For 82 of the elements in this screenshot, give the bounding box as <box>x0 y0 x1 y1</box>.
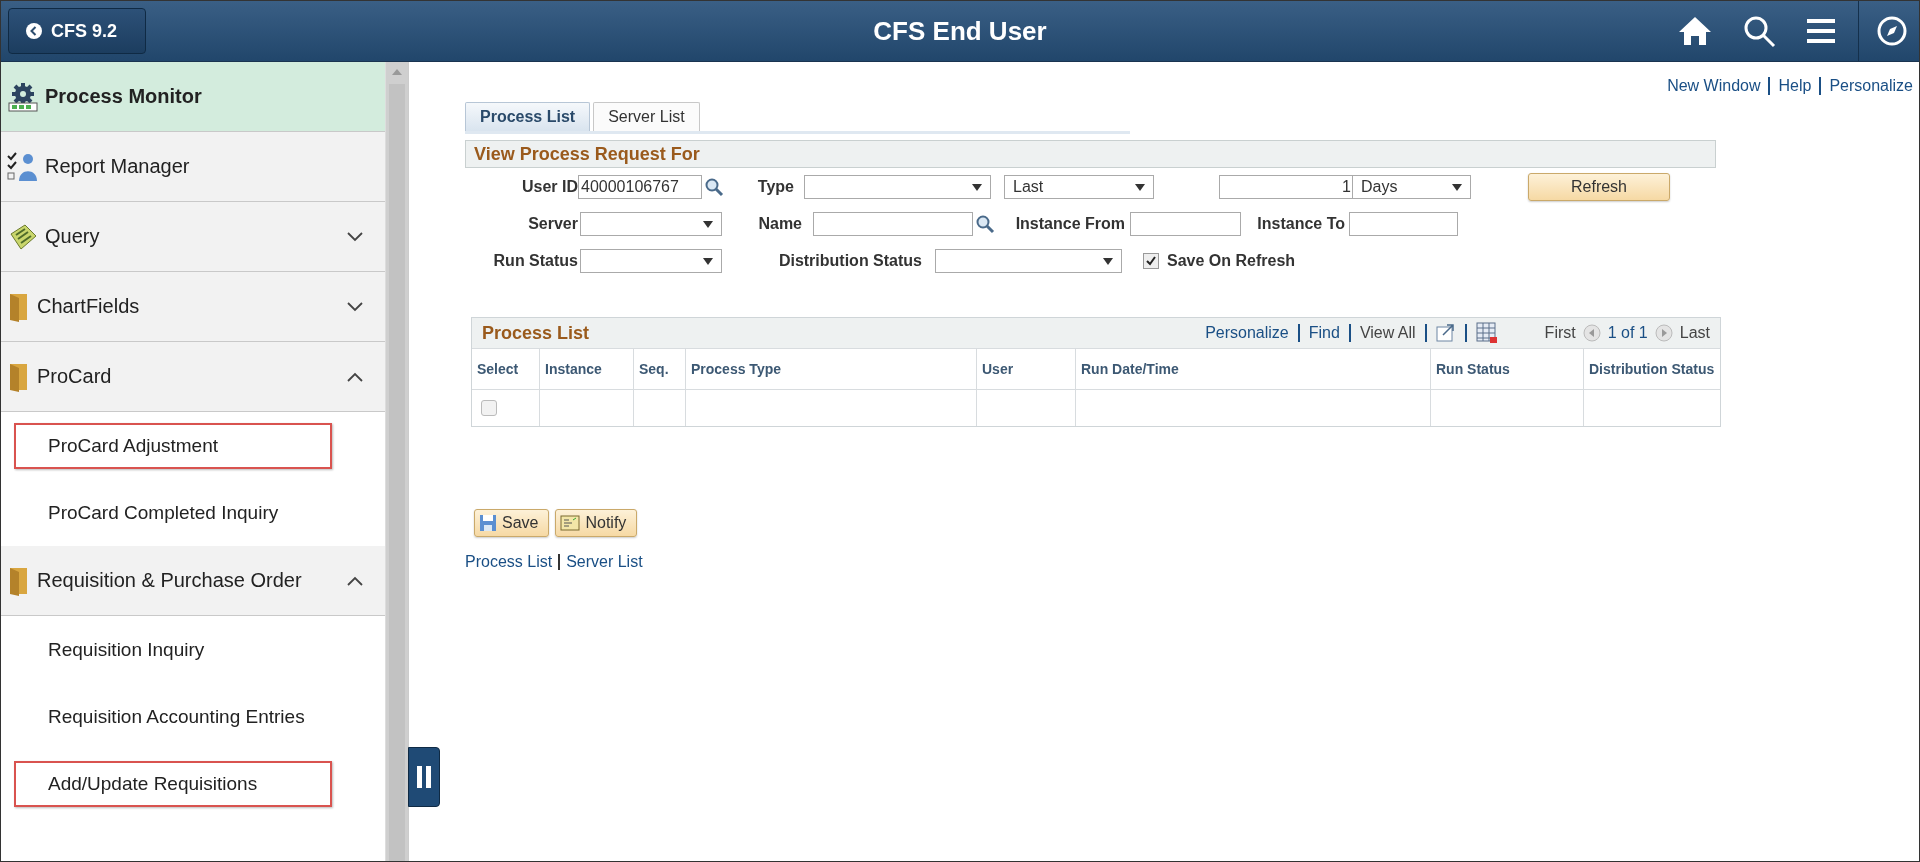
bottom-link[interactable]: Process List <box>465 553 553 571</box>
column-header: Select <box>472 349 540 389</box>
home-icon[interactable] <box>1678 15 1712 47</box>
field-label: Distribution Status <box>777 252 922 270</box>
top-link[interactable]: New Window <box>1667 77 1761 95</box>
column-header: User <box>977 349 1076 389</box>
sidebar-item[interactable]: ProCard <box>1 342 386 412</box>
field-label: Run Status <box>492 252 578 270</box>
column-header: Distribution Status <box>1588 360 1716 379</box>
scrollbar[interactable] <box>385 62 408 861</box>
chevron-down-icon <box>347 231 364 242</box>
search-icon[interactable] <box>704 177 724 197</box>
instance-from-field[interactable] <box>1130 212 1241 236</box>
run-status-dropdown[interactable] <box>580 249 722 273</box>
chevron-down-icon <box>347 301 364 312</box>
back-icon <box>25 22 43 40</box>
header-title: CFS End User <box>873 15 1047 47</box>
first-label: First <box>1544 324 1576 342</box>
sidebar-item[interactable]: Process Monitor <box>1 62 386 132</box>
chevron-up-icon <box>347 575 364 586</box>
save-button[interactable]: Save <box>474 509 550 537</box>
gear-icon <box>7 81 39 112</box>
grid-link[interactable]: View All <box>1359 324 1416 342</box>
grid-link[interactable]: Find <box>1308 324 1340 342</box>
bottom-link[interactable]: Server List <box>566 553 643 571</box>
field-label: Server <box>527 215 578 233</box>
row-checkbox[interactable] <box>481 400 497 416</box>
section-title: View Process Request For <box>474 143 700 165</box>
top-link[interactable]: Personalize <box>1829 77 1913 95</box>
column-header: Run Date/Time <box>1076 349 1431 389</box>
back-button[interactable]: CFS 9.2 <box>8 8 146 54</box>
compass-icon[interactable] <box>1877 16 1907 46</box>
sidebar-subitem[interactable]: Requisition Inquiry <box>14 626 239 673</box>
grid-title: Process List <box>482 322 590 344</box>
distribution-status-dropdown[interactable] <box>935 249 1122 273</box>
sidebar-item[interactable]: Requisition & Purchase Order <box>1 546 386 616</box>
search-icon[interactable] <box>1742 14 1776 48</box>
server-dropdown[interactable] <box>580 212 722 236</box>
report-user-icon <box>7 151 39 182</box>
search-icon[interactable] <box>975 214 995 234</box>
last-label: Last <box>1679 324 1710 342</box>
chevron-up-icon <box>347 371 364 382</box>
field-label: Instance To <box>1256 215 1345 233</box>
sidebar-item[interactable]: Report Manager <box>1 132 386 202</box>
grid-link[interactable]: Personalize <box>1205 324 1289 342</box>
checkbox-label: Save On Refresh <box>1167 252 1296 270</box>
sidebar-subitem[interactable]: Requisition Accounting Entries <box>14 693 339 740</box>
menu-icon[interactable] <box>1806 18 1836 44</box>
field-label: Instance From <box>1014 215 1125 233</box>
checkmark-icon <box>1145 255 1157 267</box>
user-id-field[interactable]: 40000106767 <box>578 175 702 199</box>
field-label: Type <box>756 178 794 196</box>
sidebar-item[interactable]: Query <box>1 202 386 272</box>
column-header: Instance <box>540 349 634 389</box>
spreadsheet-icon[interactable] <box>1475 322 1498 344</box>
pause-panel-button[interactable] <box>408 747 440 807</box>
column-header: Seq. <box>634 349 686 389</box>
top-link[interactable]: Help <box>1778 77 1812 95</box>
previous-icon[interactable] <box>1582 324 1601 342</box>
sidebar-item[interactable]: ChartFields <box>1 272 386 342</box>
sidebar-subitem[interactable]: Add/Update Requisitions <box>14 760 332 807</box>
period-dropdown[interactable]: Last <box>1004 175 1154 199</box>
notify-button[interactable]: Notify <box>555 509 638 537</box>
scroll-up-icon[interactable] <box>391 68 403 76</box>
checkbox[interactable] <box>1143 253 1159 269</box>
note-icon <box>560 515 581 531</box>
zoom-window-icon[interactable] <box>1435 324 1456 342</box>
page-count: 1 of 1 <box>1607 324 1648 342</box>
column-header: Process Type <box>686 349 977 389</box>
tab[interactable]: Process List <box>465 102 591 131</box>
instance-to-field[interactable] <box>1349 212 1458 236</box>
field-label: Name <box>757 215 802 233</box>
tab[interactable]: Server List <box>593 102 700 131</box>
sidebar-subitem[interactable]: ProCard Adjustment <box>14 422 332 469</box>
field-label: User ID <box>520 178 578 196</box>
sidebar-subitem[interactable]: ProCard Completed Inquiry <box>14 489 313 536</box>
next-icon[interactable] <box>1654 324 1673 342</box>
name-field[interactable] <box>813 212 973 236</box>
column-header: Run Status <box>1431 349 1584 389</box>
type-dropdown[interactable] <box>804 175 991 199</box>
pause-icon <box>416 765 432 789</box>
refresh-button[interactable]: Refresh <box>1528 173 1670 201</box>
